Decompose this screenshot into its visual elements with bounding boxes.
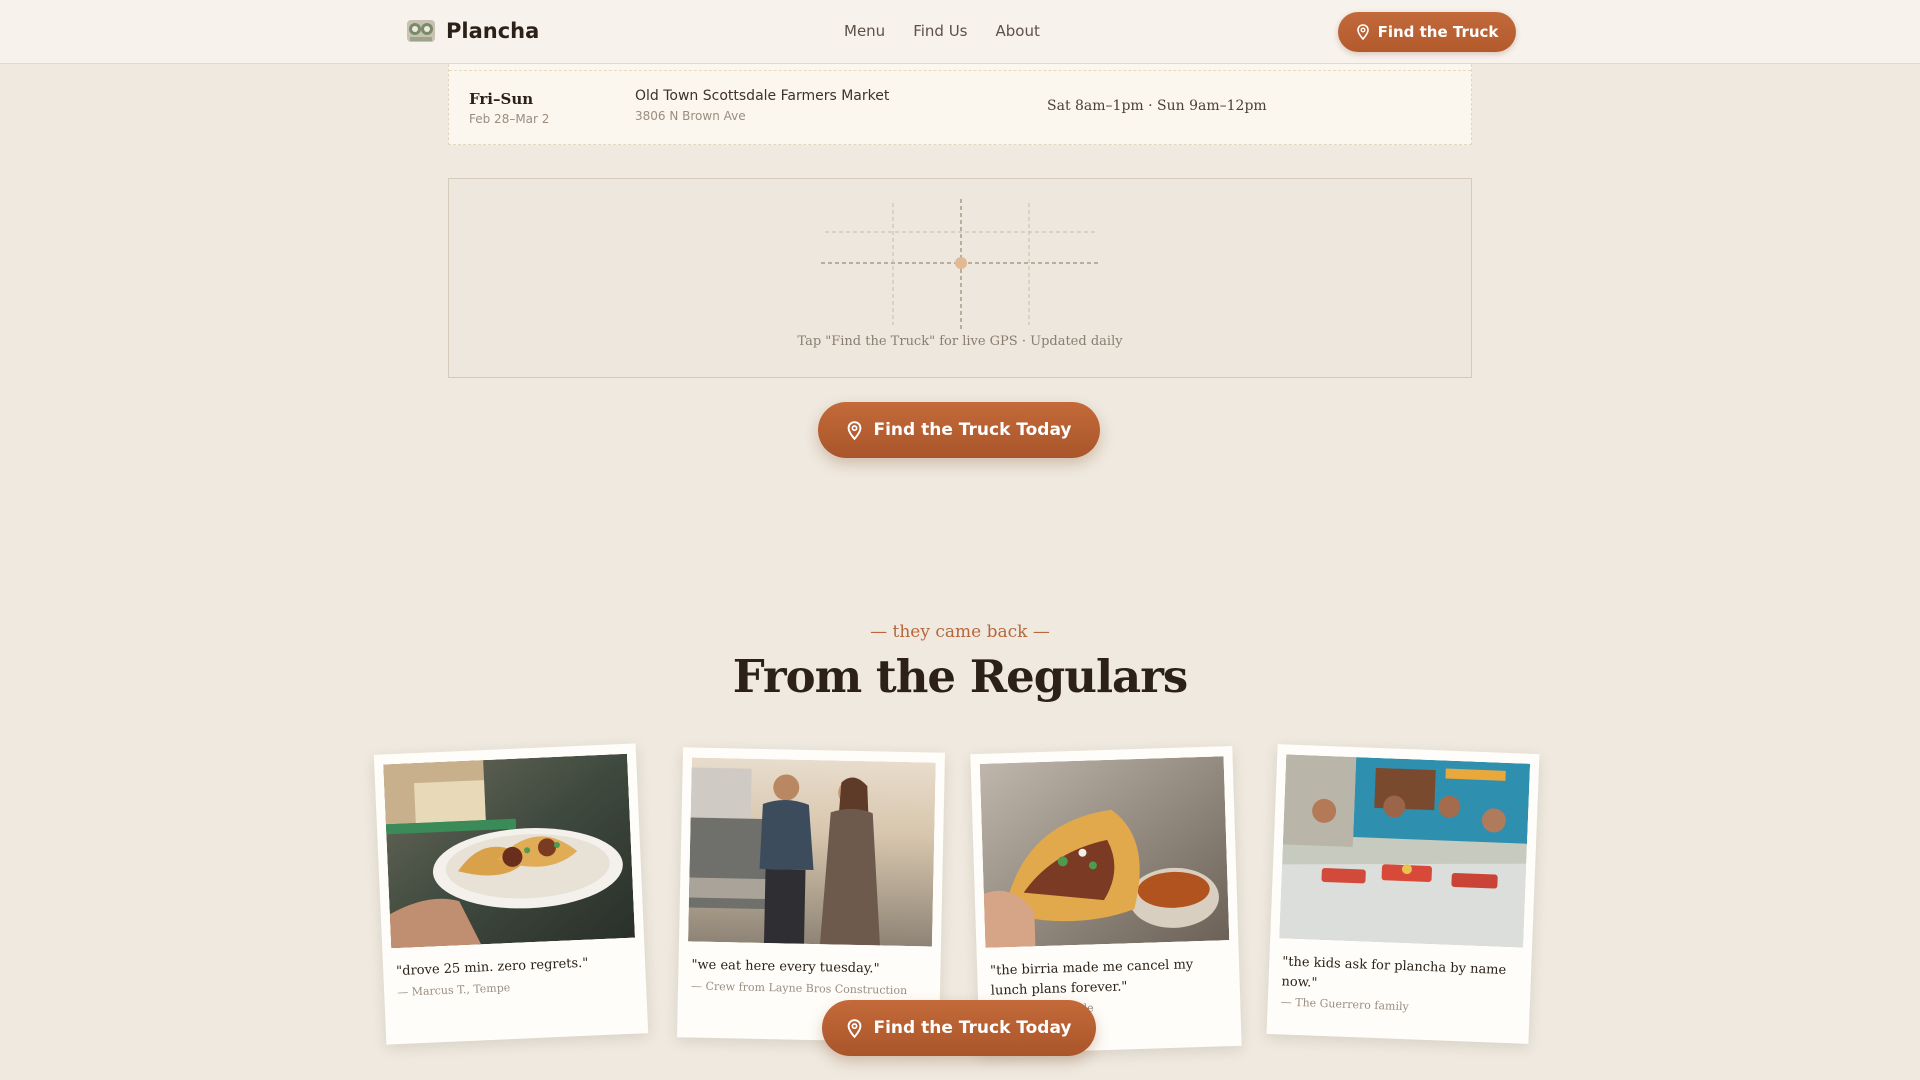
brand-name: Plancha (446, 19, 540, 43)
testimonial-quote: "the kids ask for plancha by name now." (1281, 954, 1507, 991)
testimonials-eyebrow: — they came back — (870, 622, 1050, 642)
truck-location-marker (955, 257, 967, 269)
schedule-dates: Feb 28–Mar 2 (469, 112, 550, 126)
tacos-plate-photo (383, 753, 636, 949)
location-map[interactable]: Tap "Find the Truck" for live GPS · Upda… (448, 178, 1472, 378)
testimonial-quote: "the birria made me cancel my lunch plan… (989, 957, 1194, 999)
schedule-hours: Sat 8am–1pm · Sun 9am–12pm (1047, 98, 1267, 114)
main-nav: Menu Find Us About (844, 22, 1040, 40)
birria-taco-photo (979, 756, 1230, 948)
find-truck-today-button[interactable]: Find the Truck Today (818, 402, 1100, 458)
couple-eating-photo (688, 757, 936, 947)
nav-menu[interactable]: Menu (844, 22, 885, 40)
find-truck-today-label: Find the Truck Today (873, 420, 1072, 440)
find-truck-header-label: Find the Truck (1377, 23, 1499, 41)
nav-about[interactable]: About (995, 22, 1039, 40)
schedule-row: Fri–Sun Feb 28–Mar 2 Old Town Scottsdale… (448, 64, 1472, 145)
divider (449, 70, 1471, 71)
testimonial-author: — Crew from Layne Bros Construction (690, 979, 908, 997)
map-caption: Tap "Find the Truck" for live GPS · Upda… (797, 334, 1123, 349)
location-pin-icon (1356, 24, 1369, 40)
location-pin-icon (848, 1018, 862, 1038)
testimonials-title: From the Regulars (732, 650, 1188, 703)
family-table-photo (1279, 754, 1531, 948)
schedule-venue: Old Town Scottsdale Farmers Market (635, 88, 890, 104)
find-truck-today-floating-button[interactable]: Find the Truck Today (822, 1000, 1096, 1056)
testimonial-card: "drove 25 min. zero regrets." — Marcus T… (373, 743, 649, 1045)
find-truck-header-button[interactable]: Find the Truck (1338, 12, 1516, 52)
testimonial-card: "we eat here every tuesday." — Crew from… (676, 747, 946, 1043)
nav-find-us[interactable]: Find Us (913, 22, 967, 40)
schedule-address: 3806 N Brown Ave (635, 109, 746, 123)
testimonial-card: "the kids ask for plancha by name now." … (1266, 744, 1540, 1044)
location-pin-icon (848, 420, 862, 440)
brand-logo[interactable]: Plancha (406, 18, 539, 44)
schedule-day: Fri–Sun (469, 90, 534, 108)
find-truck-today-floating-label: Find the Truck Today (873, 1018, 1072, 1038)
truck-logo-icon (407, 20, 435, 42)
map-graphic (821, 199, 1101, 329)
testimonial-quote: "we eat here every tuesday." (691, 957, 880, 977)
site-header: Plancha Menu Find Us About Find the Truc… (0, 0, 1920, 64)
